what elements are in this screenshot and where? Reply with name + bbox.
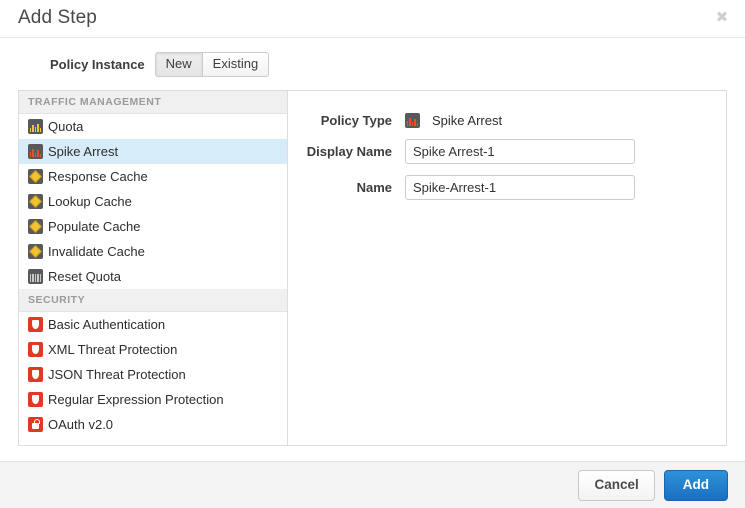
display-name-input[interactable] (405, 139, 635, 164)
cancel-button[interactable]: Cancel (578, 470, 654, 501)
policy-type-name: Spike Arrest (432, 113, 502, 128)
policy-list-item-label: Regular Expression Protection (48, 392, 224, 407)
policy-list-item-label: Quota (48, 119, 83, 134)
policy-list-item[interactable]: Spike Arrest (19, 139, 287, 164)
policy-list-item[interactable]: Quota (19, 114, 287, 139)
shield-icon (28, 392, 43, 407)
policy-list-item[interactable]: Basic Authentication (19, 312, 287, 337)
diamond-icon (28, 194, 43, 209)
policy-form: Policy Type Spike Arrest Display Name Na… (288, 91, 726, 445)
name-row: Name (288, 175, 726, 200)
policy-instance-label: Policy Instance (50, 57, 145, 72)
policy-list-item-label: Reset Quota (48, 269, 121, 284)
bar-chart-red-icon (405, 113, 420, 128)
name-input[interactable] (405, 175, 635, 200)
add-step-dialog: Add Step ✖ Policy Instance New Existing … (0, 0, 745, 508)
policy-list-item-label: Spike Arrest (48, 144, 118, 159)
display-name-row: Display Name (288, 139, 726, 164)
diamond-icon (28, 219, 43, 234)
policy-list-item-label: Populate Cache (48, 219, 141, 234)
policy-type-value: Spike Arrest (405, 113, 502, 128)
dialog-header: Add Step ✖ (0, 0, 745, 38)
policy-instance-existing-button[interactable]: Existing (202, 52, 270, 77)
bar-chart-red-icon (28, 144, 43, 159)
policy-instance-row: Policy Instance New Existing (0, 38, 745, 90)
add-button[interactable]: Add (664, 470, 728, 501)
page-title: Add Step (18, 8, 97, 29)
display-name-label: Display Name (288, 144, 405, 159)
dialog-footer: Cancel Add (0, 461, 745, 508)
diamond-icon (28, 169, 43, 184)
shield-icon (28, 317, 43, 332)
policy-list-item[interactable]: Reset Quota (19, 264, 287, 289)
policy-list-item[interactable]: JSON Threat Protection (19, 362, 287, 387)
shield-icon (28, 367, 43, 382)
policy-list-item[interactable]: Lookup Cache (19, 189, 287, 214)
policy-list-item[interactable]: Response Cache (19, 164, 287, 189)
policy-list-item[interactable]: Invalidate Cache (19, 239, 287, 264)
shield-icon (28, 342, 43, 357)
name-label: Name (288, 180, 405, 195)
policy-list-item-label: Lookup Cache (48, 194, 132, 209)
policy-list-item-label: OAuth v2.0 (48, 417, 113, 432)
policy-group-header: SECURITY (19, 289, 287, 312)
policy-list-item[interactable]: Regular Expression Protection (19, 387, 287, 412)
policy-list-item[interactable]: XML Threat Protection (19, 337, 287, 362)
policy-list-item-label: XML Threat Protection (48, 342, 177, 357)
policy-group-header: TRAFFIC MANAGEMENT (19, 91, 287, 114)
policy-list-item-label: JSON Threat Protection (48, 367, 186, 382)
dialog-body: TRAFFIC MANAGEMENT Quota Spike Arrest Respo… (0, 90, 745, 446)
close-icon[interactable]: ✖ (713, 8, 731, 26)
bar-chart-icon (28, 119, 43, 134)
policy-list-item-label: Response Cache (48, 169, 148, 184)
content-panel: TRAFFIC MANAGEMENT Quota Spike Arrest Respo… (18, 90, 727, 446)
policy-list-item[interactable]: OAuth v2.0 (19, 412, 287, 437)
policy-list-item-label: Basic Authentication (48, 317, 165, 332)
lock-icon (28, 417, 43, 432)
policy-instance-new-button[interactable]: New (155, 52, 202, 77)
policy-instance-toggle: New Existing (155, 52, 270, 77)
policy-type-row: Policy Type Spike Arrest (288, 113, 726, 128)
policy-list-item-label: Invalidate Cache (48, 244, 145, 259)
policy-list-sidebar[interactable]: TRAFFIC MANAGEMENT Quota Spike Arrest Respo… (19, 91, 288, 445)
diamond-icon (28, 244, 43, 259)
policy-list-item[interactable]: Populate Cache (19, 214, 287, 239)
policy-type-label: Policy Type (288, 113, 405, 128)
bar-chart-gray-icon (28, 269, 43, 284)
